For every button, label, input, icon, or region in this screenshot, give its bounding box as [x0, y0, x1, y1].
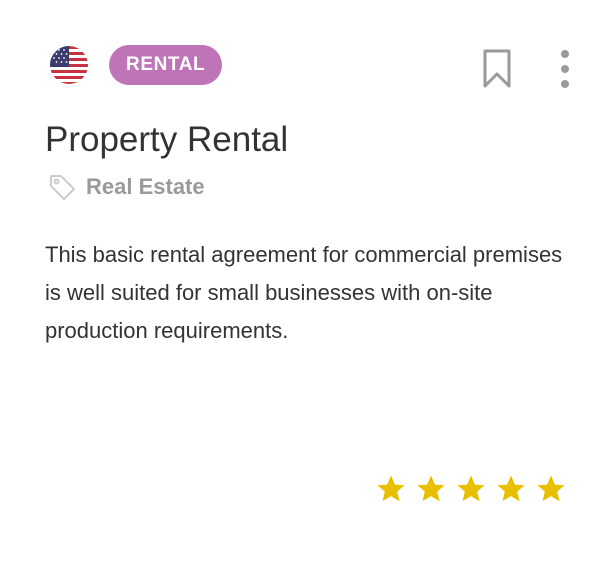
bookmark-button[interactable]: [482, 49, 512, 89]
more-options-button[interactable]: [552, 48, 578, 90]
star-icon: [377, 475, 405, 502]
star-rating: [376, 474, 566, 504]
bookmark-icon: [483, 49, 511, 88]
category-label: Real Estate: [86, 174, 205, 199]
star-icon: [417, 475, 445, 502]
template-card[interactable]: RENTAL Property Rental Real Estate This …: [0, 0, 612, 569]
star-icon: [537, 475, 565, 502]
type-badge: RENTAL: [109, 45, 223, 85]
tag-icon: [50, 175, 75, 200]
us-flag-icon: [50, 46, 88, 84]
card-title[interactable]: Property Rental: [45, 118, 288, 162]
category: Real Estate: [48, 172, 205, 202]
card-description: This basic rental agreement for commerci…: [45, 242, 563, 343]
more-vertical-icon: [561, 50, 569, 88]
star-icon: [497, 475, 525, 502]
star-icon: [457, 475, 485, 502]
